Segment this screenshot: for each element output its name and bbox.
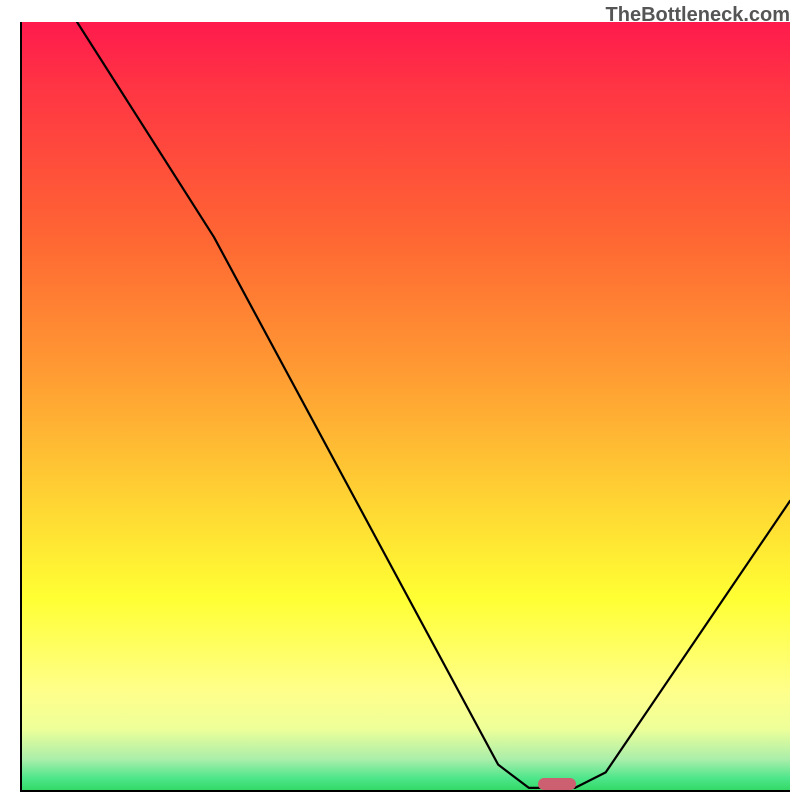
bottleneck-curve [22, 22, 790, 792]
chart-plot-area [20, 22, 790, 792]
watermark-text: TheBottleneck.com [606, 4, 790, 27]
optimal-marker [538, 778, 577, 790]
